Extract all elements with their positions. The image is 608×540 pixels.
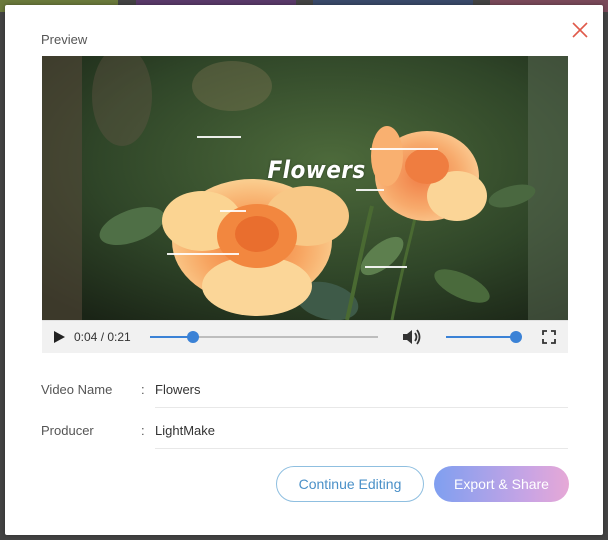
play-icon[interactable] — [52, 330, 66, 344]
close-icon[interactable] — [571, 21, 589, 39]
video-frame[interactable]: Flowers — [42, 56, 568, 320]
video-name-row: Video Name : Flowers — [41, 372, 568, 408]
producer-separator: : — [141, 423, 145, 438]
export-share-button[interactable]: Export & Share — [434, 466, 569, 502]
fullscreen-icon[interactable] — [542, 330, 556, 344]
dialog-title: Preview — [41, 32, 88, 47]
video-name-separator: : — [141, 382, 145, 397]
video-overlay-title: Flowers — [267, 156, 366, 184]
preview-dialog: Preview Flowers 0:04 / 0:21 Video Name:… — [5, 5, 603, 535]
volume-slider[interactable] — [446, 331, 522, 343]
continue-editing-button[interactable]: Continue Editing — [276, 466, 424, 502]
volume-handle[interactable] — [510, 331, 522, 343]
video-controls: 0:04 / 0:21 — [42, 320, 568, 353]
producer-value: LightMake — [155, 423, 215, 438]
producer-label: Producer — [41, 423, 94, 438]
volume-fill — [446, 336, 516, 338]
divider — [155, 448, 568, 449]
time-display: 0:04 / 0:21 — [74, 330, 131, 344]
flower-video-image — [42, 56, 568, 320]
divider — [155, 407, 568, 408]
progress-handle[interactable] — [187, 331, 200, 343]
volume-icon[interactable] — [401, 327, 423, 347]
video-name-value: Flowers — [155, 382, 201, 397]
video-player[interactable]: Flowers 0:04 / 0:21 — [42, 56, 568, 353]
video-name-label: Video Name — [41, 382, 113, 397]
producer-row: Producer : LightMake — [41, 413, 568, 449]
progress-slider[interactable] — [150, 331, 378, 343]
